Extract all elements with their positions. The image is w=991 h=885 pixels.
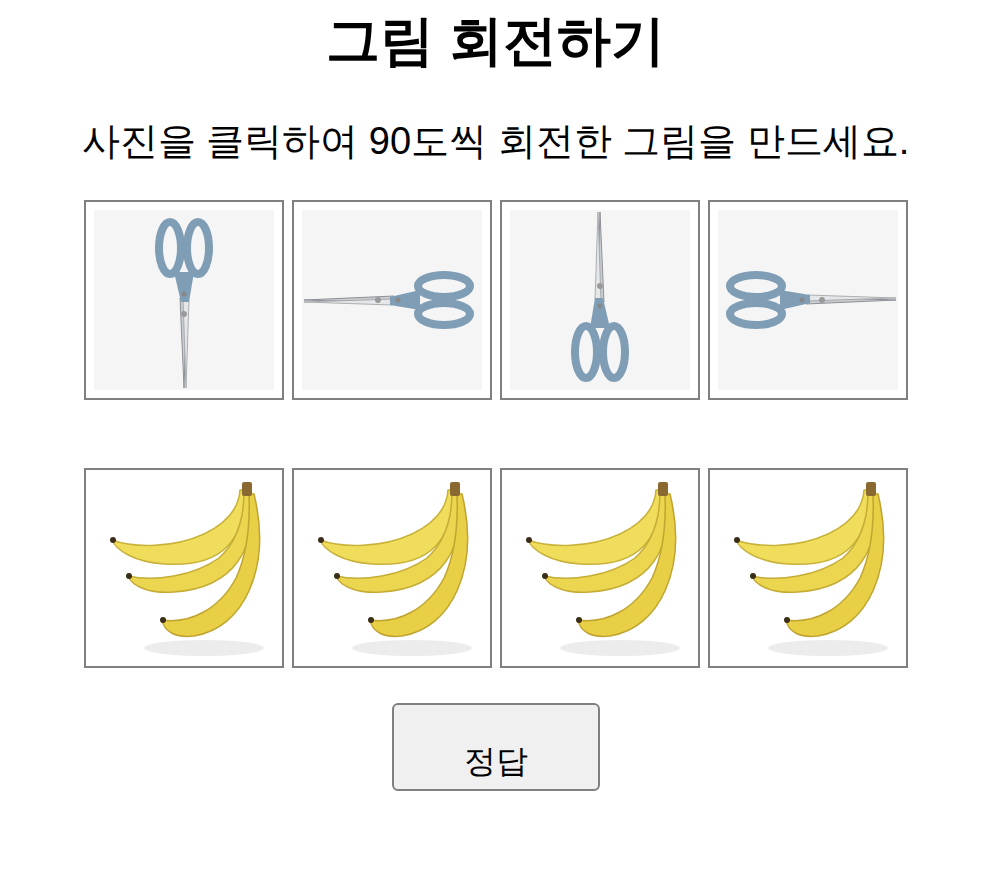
- scissors-icon: [94, 210, 274, 390]
- scissors-icon: [302, 210, 482, 390]
- scissors-icon: [718, 210, 898, 390]
- page-title: 그림 회전하기: [326, 8, 665, 73]
- picture-tile[interactable]: [500, 468, 700, 668]
- picture-tile[interactable]: [292, 468, 492, 668]
- banana-icon: [510, 478, 690, 658]
- picture-tile[interactable]: [84, 200, 284, 400]
- picture-tile[interactable]: [708, 200, 908, 400]
- banana-icon: [302, 478, 482, 658]
- picture-tile[interactable]: [84, 468, 284, 668]
- picture-row: [84, 200, 908, 400]
- banana-icon: [718, 478, 898, 658]
- instruction-text: 사진을 클릭하여 90도씩 회전한 그림을 만드세요.: [82, 119, 910, 165]
- scissors-icon: [510, 210, 690, 390]
- picture-tile[interactable]: [500, 200, 700, 400]
- picture-row: [84, 468, 908, 668]
- page: 그림 회전하기 사진을 클릭하여 90도씩 회전한 그림을 만드세요. 정답: [0, 0, 991, 791]
- answer-button[interactable]: 정답: [392, 703, 600, 791]
- puzzle-grid: [84, 200, 908, 668]
- picture-tile[interactable]: [708, 468, 908, 668]
- banana-icon: [94, 478, 274, 658]
- picture-tile[interactable]: [292, 200, 492, 400]
